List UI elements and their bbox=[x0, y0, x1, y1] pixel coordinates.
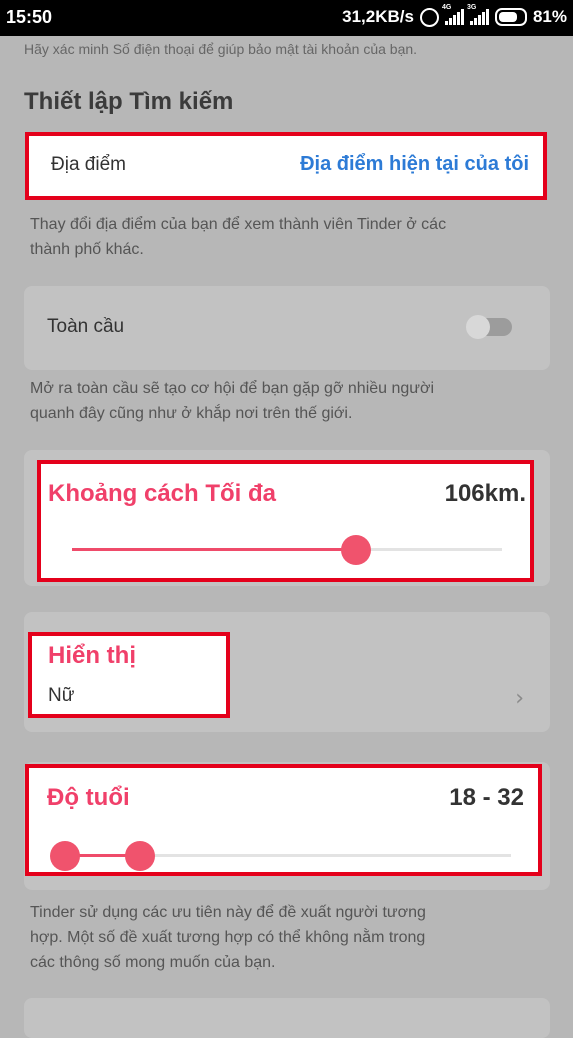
battery-icon bbox=[494, 8, 527, 26]
age-label: Độ tuổi bbox=[47, 784, 130, 811]
distance-slider-fill bbox=[72, 548, 356, 551]
age-max-thumb[interactable] bbox=[125, 841, 155, 871]
location-row[interactable]: Địa điểm Địa điểm hiện tại của tôi bbox=[25, 132, 547, 200]
chevron-right-icon: › bbox=[515, 686, 524, 711]
global-hint-line2: quanh đây cũng như ở khắp nơi trên thế g… bbox=[30, 405, 353, 422]
toggle-knob bbox=[466, 315, 490, 339]
preferences-hint-line2: hợp. Một số đề xuất tương hợp có thể khô… bbox=[30, 929, 426, 946]
distance-value: 106km. bbox=[444, 480, 526, 507]
alarm-icon bbox=[419, 7, 439, 27]
status-bar: 15:50 31,2KB/s 4G 3G 81% bbox=[0, 0, 573, 36]
status-right: 31,2KB/s 4G 3G 81% bbox=[342, 4, 567, 27]
net-type-2: 3G bbox=[466, 4, 477, 11]
age-min-thumb[interactable] bbox=[50, 841, 80, 871]
show-label: Hiển thị bbox=[48, 642, 136, 669]
show-value: Nữ bbox=[48, 685, 75, 706]
signal-icon: 4G bbox=[442, 4, 464, 25]
global-toggle[interactable] bbox=[466, 315, 512, 339]
global-card: Toàn cầu bbox=[24, 286, 550, 370]
distance-slider-thumb[interactable] bbox=[340, 535, 371, 565]
verify-phone-hint: Hãy xác minh Số điện thoại để giúp bảo m… bbox=[24, 41, 418, 57]
global-hint: Mở ra toàn cầu sẽ tạo cơ hội để bạn gặp … bbox=[30, 376, 434, 426]
distance-slider-track[interactable] bbox=[72, 548, 502, 551]
global-label: Toàn cầu bbox=[47, 316, 125, 337]
location-value[interactable]: Địa điểm hiện tại của tôi bbox=[300, 153, 529, 176]
age-value: 18 - 32 bbox=[449, 784, 524, 811]
age-row: Độ tuổi 18 - 32 bbox=[25, 764, 542, 876]
location-hint: Thay đổi địa điểm của bạn để xem thành v… bbox=[30, 212, 446, 262]
show-row[interactable]: Hiển thị Nữ bbox=[28, 632, 230, 718]
settings-content: Hãy xác minh Số điện thoại để giúp bảo m… bbox=[0, 36, 573, 1038]
distance-label: Khoảng cách Tối đa bbox=[48, 480, 277, 507]
section-title: Thiết lập Tìm kiếm bbox=[24, 88, 234, 115]
preferences-hint-line3: các thông số mong muốn của bạn. bbox=[30, 954, 276, 971]
signal-icon-2: 3G bbox=[467, 4, 489, 25]
next-card bbox=[24, 998, 550, 1038]
status-time: 15:50 bbox=[6, 7, 53, 27]
preferences-hint-line1: Tinder sử dụng các ưu tiên này để đề xuấ… bbox=[30, 904, 426, 921]
location-hint-line2: thành phố khác. bbox=[30, 241, 144, 258]
global-hint-line1: Mở ra toàn cầu sẽ tạo cơ hội để bạn gặp … bbox=[30, 380, 435, 397]
location-label: Địa điểm bbox=[51, 154, 126, 175]
battery-level: 81% bbox=[532, 7, 567, 26]
distance-row: Khoảng cách Tối đa 106km. bbox=[37, 460, 534, 582]
preferences-hint: Tinder sử dụng các ưu tiên này để đề xuấ… bbox=[30, 900, 426, 975]
location-hint-line1: Thay đổi địa điểm của bạn để xem thành v… bbox=[30, 216, 447, 233]
net-type-1: 4G bbox=[441, 4, 452, 11]
net-speed: 31,2KB/s bbox=[342, 7, 414, 26]
